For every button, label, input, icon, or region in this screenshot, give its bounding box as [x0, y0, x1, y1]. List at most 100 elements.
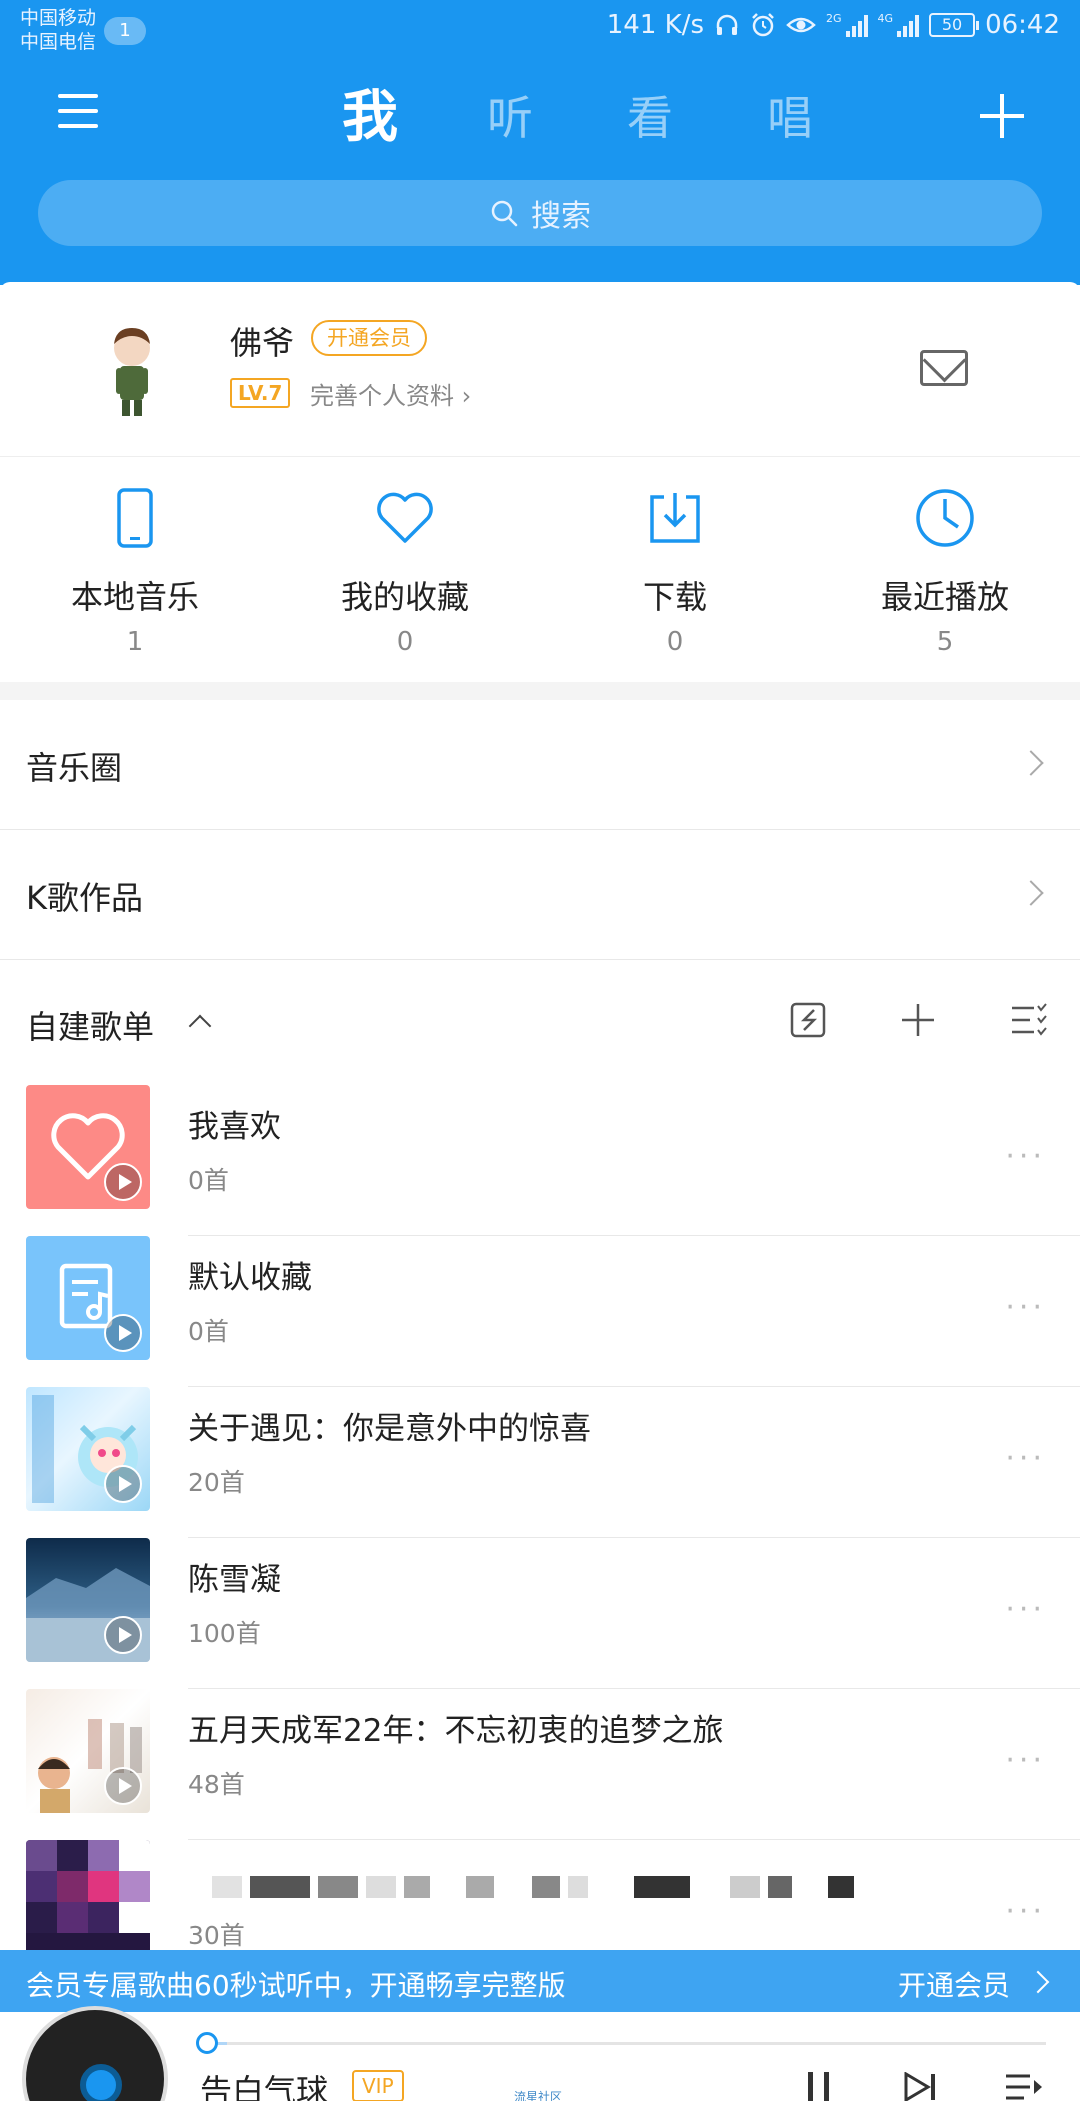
chevron-right-icon	[1018, 750, 1044, 776]
search-placeholder: 搜索	[531, 199, 591, 234]
mail-icon[interactable]	[920, 350, 968, 386]
manage-list-icon[interactable]	[1008, 1000, 1048, 1040]
playlist-cover	[26, 1689, 150, 1813]
tab-sing[interactable]: 唱	[720, 80, 860, 156]
promo-open-vip-button[interactable]: 开通会员	[898, 1964, 1010, 2004]
more-icon[interactable]: ···	[1005, 1743, 1046, 1778]
phone-icon	[117, 488, 153, 548]
playlist-item[interactable]: 五月天成军22年：不忘初衷的追梦之旅 48首 ···	[0, 1689, 1080, 1840]
playlist-item[interactable]: 关于遇见：你是意外中的惊喜 20首 ···	[0, 1387, 1080, 1538]
row-karaoke-works[interactable]: K歌作品	[0, 830, 1080, 960]
next-icon[interactable]	[900, 2072, 940, 2101]
more-icon[interactable]: ···	[1005, 1894, 1046, 1929]
playlist-item[interactable]: 默认收藏 0首 ···	[0, 1236, 1080, 1387]
quick-recent[interactable]: 最近播放 5	[810, 457, 1080, 682]
playlists-title: 自建歌单	[26, 1008, 155, 1046]
notification-badge: 1	[104, 17, 146, 45]
open-vip-button[interactable]: 开通会员	[311, 320, 427, 356]
add-icon[interactable]	[980, 94, 1024, 138]
play-icon[interactable]	[104, 1616, 142, 1654]
promo-text: 会员专属歌曲60秒试听中，开通畅享完整版	[26, 1969, 566, 2002]
signal-2g-icon: 2G	[826, 13, 868, 37]
playlists-header: 自建歌单	[0, 960, 1080, 1085]
playlist-name: 我喜欢	[188, 1109, 281, 1145]
quick-label: 本地音乐	[70, 578, 199, 616]
network-speed: 141 K/s	[606, 10, 704, 40]
quick-count: 0	[396, 627, 414, 657]
carrier-info: 中国移动 中国电信	[20, 6, 96, 54]
search-bar[interactable]: 搜索	[38, 180, 1042, 246]
play-icon[interactable]	[104, 1465, 142, 1503]
quick-count: 5	[936, 627, 954, 657]
menu-icon[interactable]	[58, 94, 98, 128]
signal-4g-icon: 4G	[878, 13, 920, 37]
eye-icon	[786, 17, 816, 33]
row-music-circle[interactable]: 音乐圈	[0, 700, 1080, 830]
clock-icon	[916, 489, 974, 547]
playlist-name: 默认收藏	[188, 1260, 312, 1296]
more-icon[interactable]: ···	[1005, 1441, 1046, 1476]
quick-local-music[interactable]: 本地音乐 1	[0, 457, 270, 682]
top-navigation: 我 听 看 唱	[0, 70, 1080, 166]
quick-download[interactable]: 下载 0	[540, 457, 810, 682]
chevron-right-icon	[1026, 1970, 1050, 1994]
level-badge: LV.7	[230, 378, 291, 408]
status-bar: 中国移动 中国电信 1 141 K/s 2G 4G 50 06:42	[0, 0, 1080, 60]
play-icon[interactable]	[104, 1767, 142, 1805]
source-tag: 流星社区	[514, 2090, 563, 2101]
carrier-1: 中国移动	[20, 7, 97, 29]
app-header: 中国移动 中国电信 1 141 K/s 2G 4G 50 06:42 我 听 看…	[0, 0, 1080, 285]
avatar[interactable]	[96, 324, 168, 420]
chevron-up-icon[interactable]	[188, 1014, 212, 1038]
quick-label: 下载	[642, 578, 707, 616]
progress-knob[interactable]	[196, 2032, 218, 2054]
pixelated-cover-art	[26, 1840, 150, 1964]
quick-access-grid: 本地音乐 1 我的收藏 0 下载 0 最近播放 5	[0, 457, 1080, 682]
chevron-right-icon	[1018, 880, 1044, 906]
more-icon[interactable]: ···	[1005, 1592, 1046, 1627]
more-icon[interactable]: ···	[1005, 1139, 1046, 1174]
more-icon[interactable]: ···	[1005, 1290, 1046, 1325]
import-icon[interactable]	[788, 1000, 828, 1040]
playlist-cover	[26, 1538, 150, 1662]
tab-me[interactable]: 我	[300, 80, 440, 156]
song-title: 告白气球	[200, 2072, 329, 2101]
quick-label: 最近播放	[880, 578, 1009, 616]
playlist-count: 0首	[188, 1166, 229, 1195]
tab-listen[interactable]: 听	[440, 80, 580, 156]
quick-count: 0	[666, 627, 684, 657]
playlist-item[interactable]: 我喜欢 0首 ···	[0, 1085, 1080, 1236]
complete-profile-link[interactable]: 完善个人资料 ›	[310, 376, 471, 411]
playlist-count: 0首	[188, 1317, 229, 1346]
chevron-right-icon: ›	[461, 382, 472, 410]
tab-watch[interactable]: 看	[580, 80, 720, 156]
play-icon[interactable]	[104, 1163, 142, 1201]
playlist-name: 五月天成军22年：不忘初衷的追梦之旅	[188, 1713, 724, 1749]
battery-icon: 50	[929, 13, 980, 37]
vip-promo-banner[interactable]: 会员专属歌曲60秒试听中，开通畅享完整版 开通会员	[0, 1950, 1080, 2012]
alarm-icon	[752, 13, 774, 37]
quick-count: 1	[126, 627, 144, 657]
progress-track[interactable]	[210, 2042, 1046, 2045]
pause-icon[interactable]	[800, 2072, 840, 2101]
play-icon[interactable]	[104, 1314, 142, 1352]
playlist-item[interactable]: 陈雪凝 100首 ···	[0, 1538, 1080, 1689]
playlist-cover	[26, 1840, 150, 1964]
row-label: 音乐圈	[26, 749, 123, 787]
playlist-count: 20首	[188, 1468, 245, 1497]
headphones-icon	[716, 14, 738, 35]
playlist-name: 关于遇见：你是意外中的惊喜	[188, 1411, 591, 1447]
playlist-cover	[26, 1236, 150, 1360]
obscured-playlist-name	[212, 1876, 854, 1898]
mini-player[interactable]: 告白气球 VIP 流星社区	[0, 2006, 1080, 2101]
playlist-queue-icon[interactable]	[1004, 2072, 1044, 2101]
quick-favorites[interactable]: 我的收藏 0	[270, 457, 540, 682]
clock-time: 06:42	[985, 10, 1060, 40]
profile-card[interactable]: 佛爷 开通会员 LV.7 完善个人资料 ›	[0, 282, 1080, 457]
complete-profile-label: 完善个人资料	[310, 382, 454, 410]
playlist-tools	[788, 1000, 1048, 1040]
main-tabs: 我 听 看 唱	[300, 80, 860, 156]
add-playlist-icon[interactable]	[898, 1000, 938, 1040]
section-divider	[0, 682, 1080, 700]
album-disc-icon[interactable]	[22, 2006, 168, 2101]
